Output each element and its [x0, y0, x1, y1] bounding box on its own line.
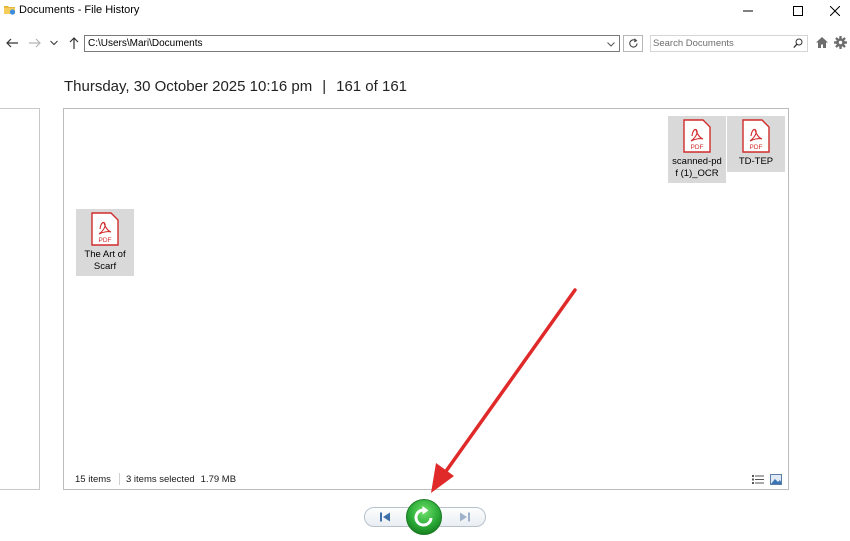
file-name: TD-TEP	[727, 156, 785, 168]
previous-version-button[interactable]	[370, 508, 400, 526]
pdf-file-icon: PDF	[742, 119, 770, 153]
file-name-line: f (1)_OCR	[675, 168, 719, 179]
search-icon[interactable]	[793, 38, 803, 49]
up-button[interactable]	[66, 35, 82, 51]
chevron-down-icon	[50, 40, 58, 46]
version-header: Thursday, 30 October 2025 10:16 pm | 161 o…	[64, 78, 407, 95]
maximize-button[interactable]	[778, 0, 818, 22]
selected-size: 1.79 MB	[200, 474, 237, 485]
next-version-icon	[460, 512, 470, 522]
folder-history-icon	[4, 6, 16, 15]
selection-info: 3 items selected 1.79 MB	[126, 474, 236, 485]
pdf-file-icon: PDF	[91, 212, 119, 246]
file-name-line: The Art of	[84, 249, 126, 260]
forward-button[interactable]	[27, 35, 43, 51]
current-version-panel: PDF scanned-pd f (1)_OCR PDF TD-TEP PDF …	[63, 108, 789, 490]
minimize-icon	[743, 10, 753, 12]
address-path: C:\Users\Mari\Documents	[88, 38, 203, 49]
close-button[interactable]	[815, 0, 850, 22]
settings-button[interactable]	[834, 36, 847, 54]
version-controls	[364, 498, 488, 538]
home-icon	[816, 37, 828, 48]
status-divider	[119, 473, 120, 485]
maximize-icon	[793, 6, 803, 16]
recent-locations-button[interactable]	[46, 35, 62, 51]
gear-icon	[834, 36, 847, 49]
version-datetime: Thursday, 30 October 2025 10:16 pm	[64, 78, 313, 95]
file-item[interactable]: PDF scanned-pd f (1)_OCR	[668, 116, 726, 183]
file-item[interactable]: PDF The Art of Scarf	[76, 209, 134, 276]
address-dropdown-icon[interactable]	[605, 38, 617, 50]
version-position: 161 of 161	[336, 78, 408, 95]
file-name-line: Scarf	[93, 261, 117, 272]
file-name-line: TD-TEP	[738, 156, 774, 167]
title-bar: Documents - File History	[0, 0, 850, 22]
window-title: Documents - File History	[19, 4, 140, 16]
previous-version-panel[interactable]	[0, 108, 40, 490]
status-bar: 15 items 3 items selected 1.79 MB	[64, 470, 788, 488]
home-button[interactable]	[815, 36, 829, 54]
header-separator: |	[322, 78, 327, 95]
restore-icon	[406, 499, 442, 535]
close-icon	[830, 6, 840, 16]
back-arrow-icon	[6, 38, 18, 48]
file-name: scanned-pd f (1)_OCR	[668, 156, 726, 180]
back-button[interactable]	[4, 35, 20, 51]
refresh-icon	[628, 38, 638, 48]
refresh-button[interactable]	[623, 35, 643, 52]
details-view-icon[interactable]	[752, 474, 764, 485]
pdf-badge: PDF	[750, 144, 763, 151]
up-arrow-icon	[69, 37, 79, 49]
search-input[interactable]	[653, 37, 789, 50]
search-box[interactable]	[650, 35, 808, 52]
file-name-line: scanned-pd	[672, 156, 722, 167]
next-version-button[interactable]	[450, 508, 480, 526]
item-count: 15 items	[75, 474, 111, 485]
selected-count: 3 items selected	[126, 474, 195, 485]
minimize-button[interactable]	[728, 0, 768, 22]
file-name: The Art of Scarf	[76, 249, 134, 273]
file-item[interactable]: PDF TD-TEP	[727, 116, 785, 172]
restore-button[interactable]	[404, 498, 444, 536]
large-icons-view-icon[interactable]	[770, 474, 782, 485]
pdf-badge: PDF	[99, 237, 112, 244]
address-bar[interactable]: C:\Users\Mari\Documents	[84, 35, 620, 52]
forward-arrow-icon	[29, 38, 41, 48]
pdf-badge: PDF	[691, 144, 704, 151]
previous-version-icon	[380, 512, 390, 522]
pdf-file-icon: PDF	[683, 119, 711, 153]
